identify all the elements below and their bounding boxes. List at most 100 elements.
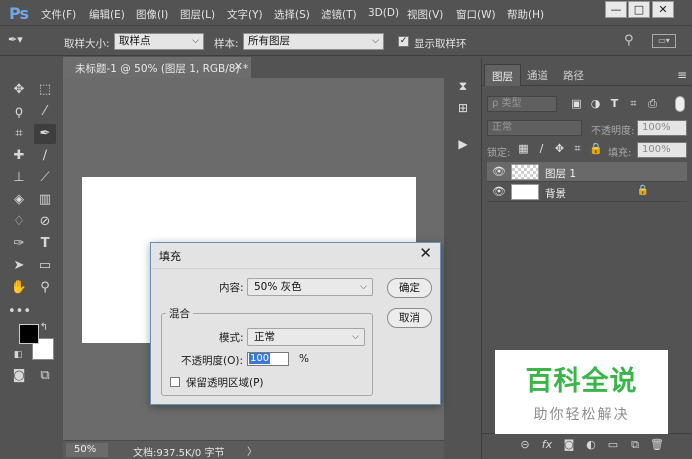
filter-shape-icon[interactable]: ⌗ bbox=[627, 97, 640, 111]
lock-pixels-icon[interactable]: ∕ bbox=[535, 142, 548, 155]
eyedropper-tool-icon[interactable]: ✒ bbox=[34, 124, 56, 144]
mode-value: 正常 bbox=[254, 331, 275, 343]
default-colors-icon[interactable]: ◧ bbox=[12, 345, 24, 365]
menu-file[interactable]: 文件(F) bbox=[41, 7, 76, 22]
lasso-tool-icon[interactable]: ϙ bbox=[8, 102, 30, 122]
fill-dialog: 填充 ✕ 内容: 50% 灰色 ⌵ 确定 取消 混合 模式: 正常 ⌵ 不透明度… bbox=[150, 242, 441, 405]
content-select[interactable]: 50% 灰色 ⌵ bbox=[247, 278, 373, 296]
panel-menu-icon[interactable]: ≡ bbox=[677, 68, 687, 82]
restore-button[interactable]: □ bbox=[628, 1, 650, 18]
zoom-level[interactable]: 50% bbox=[66, 443, 108, 457]
menu-filter[interactable]: 滤镜(T) bbox=[321, 7, 357, 22]
eyedropper-preset-icon[interactable]: ✒▾ bbox=[8, 33, 23, 46]
hand-tool-icon[interactable]: ✋ bbox=[8, 278, 30, 298]
lock-artboard-icon[interactable]: ⌗ bbox=[571, 142, 584, 156]
visibility-eye-icon[interactable]: 👁 bbox=[492, 165, 506, 178]
workspace-icon[interactable]: ▭▾ bbox=[652, 34, 676, 48]
tab-layers[interactable]: 图层 bbox=[484, 64, 521, 86]
tools-panel: ✥ ⬚ ϙ ⁄ ⌗ ✒ ✚ ∕ ⊥ ⟋ ◈ ▥ ♢ ⊘ ✑ T ➤ ▭ ✋ ⚲ … bbox=[2, 58, 60, 388]
lock-all-icon[interactable]: 🔒 bbox=[589, 142, 603, 155]
preserve-transparency-label: 保留透明区域(P) bbox=[186, 377, 264, 389]
pen-tool-icon[interactable]: ✑ bbox=[8, 234, 30, 254]
menu-image[interactable]: 图像(I) bbox=[136, 7, 168, 22]
clone-stamp-icon[interactable]: ⊥ bbox=[8, 168, 30, 188]
sample-label: 样本: bbox=[214, 38, 239, 50]
filter-smart-object-icon[interactable]: ⎙ bbox=[646, 97, 659, 111]
layer-row-background[interactable]: 👁 背景 🔒 bbox=[487, 182, 687, 202]
menu-3d[interactable]: 3D(D) bbox=[368, 7, 399, 19]
trash-icon[interactable]: 🗑 bbox=[650, 438, 664, 451]
preserve-transparency-checkbox[interactable] bbox=[170, 377, 180, 387]
sample-size-select[interactable]: 取样点 ⌵ bbox=[114, 33, 204, 50]
blur-tool-icon[interactable]: ♢ bbox=[8, 212, 30, 232]
layer-row-1[interactable]: 👁 图层 1 bbox=[487, 162, 687, 182]
document-tab[interactable]: 未标题-1 @ 50% (图层 1, RGB/8) * ✕ bbox=[63, 57, 251, 78]
history-icon[interactable]: ⧗ bbox=[455, 78, 471, 94]
sample-select[interactable]: 所有图层 ⌵ bbox=[243, 33, 384, 50]
fx-icon[interactable]: fx bbox=[540, 438, 554, 451]
cancel-button[interactable]: 取消 bbox=[387, 308, 432, 328]
rectangle-tool-icon[interactable]: ▭ bbox=[34, 256, 56, 276]
move-tool-icon[interactable]: ✥ bbox=[8, 80, 30, 100]
layer-thumbnail bbox=[511, 164, 539, 180]
mode-select[interactable]: 正常 ⌵ bbox=[247, 328, 365, 346]
foreground-color-swatch[interactable] bbox=[19, 324, 39, 344]
path-selection-icon[interactable]: ➤ bbox=[8, 256, 30, 276]
opacity-value: 100 bbox=[249, 353, 271, 364]
lock-transparent-icon[interactable]: ▦ bbox=[517, 142, 530, 155]
menu-type[interactable]: 文字(Y) bbox=[227, 7, 263, 22]
layer-filter-select[interactable]: ρ 类型 bbox=[487, 96, 557, 112]
close-icon[interactable]: ✕ bbox=[419, 244, 432, 262]
history-brush-icon[interactable]: ⟋ bbox=[34, 168, 56, 188]
group-icon[interactable]: ▭ bbox=[606, 438, 620, 451]
watermark: 百科全说 助你轻松解决 bbox=[495, 350, 668, 434]
opacity-input[interactable]: 100 bbox=[247, 352, 289, 366]
visibility-eye-icon[interactable]: 👁 bbox=[492, 185, 506, 198]
menu-view[interactable]: 视图(V) bbox=[407, 7, 443, 22]
magic-wand-icon[interactable]: ⁄ bbox=[34, 102, 56, 122]
fill-input[interactable]: 100% bbox=[637, 142, 687, 158]
eraser-tool-icon[interactable]: ◈ bbox=[8, 190, 30, 210]
menu-layer[interactable]: 图层(L) bbox=[180, 7, 215, 22]
tab-paths[interactable]: 路径 bbox=[556, 64, 591, 86]
properties-icon[interactable]: ⊞ bbox=[455, 100, 471, 116]
filter-pixel-icon[interactable]: ▣ bbox=[570, 97, 583, 110]
link-icon[interactable]: ⊝ bbox=[518, 438, 532, 451]
opacity-input[interactable]: 100% bbox=[637, 120, 687, 136]
close-window-button[interactable]: ✕ bbox=[652, 1, 674, 18]
content-value: 50% 灰色 bbox=[254, 281, 302, 293]
zoom-tool-icon[interactable]: ⚲ bbox=[34, 278, 56, 298]
quick-mask-icon[interactable]: ◙ bbox=[8, 366, 30, 386]
filter-toggle[interactable] bbox=[675, 96, 685, 112]
menu-window[interactable]: 窗口(W) bbox=[456, 7, 496, 22]
tab-channels[interactable]: 通道 bbox=[520, 64, 555, 86]
filter-adjustment-icon[interactable]: ◑ bbox=[589, 97, 602, 110]
status-menu-icon[interactable]: 〉 bbox=[247, 443, 257, 458]
menu-select[interactable]: 选择(S) bbox=[274, 7, 310, 22]
blend-mode-select[interactable]: 正常 bbox=[487, 120, 582, 136]
type-tool-icon[interactable]: T bbox=[34, 234, 56, 254]
adjustment-icon[interactable]: ◐ bbox=[584, 438, 598, 451]
brush-tool-icon[interactable]: ∕ bbox=[34, 146, 56, 166]
minimize-button[interactable]: — bbox=[605, 1, 627, 18]
swap-colors-icon[interactable]: ↰ bbox=[37, 318, 51, 338]
new-layer-icon[interactable]: ⧉ bbox=[628, 438, 642, 452]
menu-help[interactable]: 帮助(H) bbox=[507, 7, 544, 22]
show-ring-checkbox[interactable]: ✓ bbox=[398, 36, 409, 47]
blend-group-label: 混合 bbox=[166, 306, 193, 321]
search-icon[interactable]: ⚲ bbox=[624, 33, 634, 48]
close-document-icon[interactable]: ✕ bbox=[234, 60, 243, 73]
mask-icon[interactable]: ◙ bbox=[562, 438, 576, 451]
menu-edit[interactable]: 编辑(E) bbox=[89, 7, 125, 22]
healing-brush-icon[interactable]: ✚ bbox=[8, 146, 30, 166]
ok-button[interactable]: 确定 bbox=[387, 278, 432, 298]
actions-play-icon[interactable]: ▶ bbox=[455, 136, 471, 152]
marquee-tool-icon[interactable]: ⬚ bbox=[34, 80, 56, 100]
gradient-tool-icon[interactable]: ▥ bbox=[34, 190, 56, 210]
lock-position-icon[interactable]: ✥ bbox=[553, 142, 566, 155]
more-tools-icon[interactable]: ••• bbox=[8, 302, 31, 322]
dodge-tool-icon[interactable]: ⊘ bbox=[34, 212, 56, 232]
filter-type-icon[interactable]: T bbox=[608, 97, 621, 110]
crop-tool-icon[interactable]: ⌗ bbox=[8, 124, 30, 144]
screen-mode-icon[interactable]: ⧉ bbox=[34, 366, 56, 386]
